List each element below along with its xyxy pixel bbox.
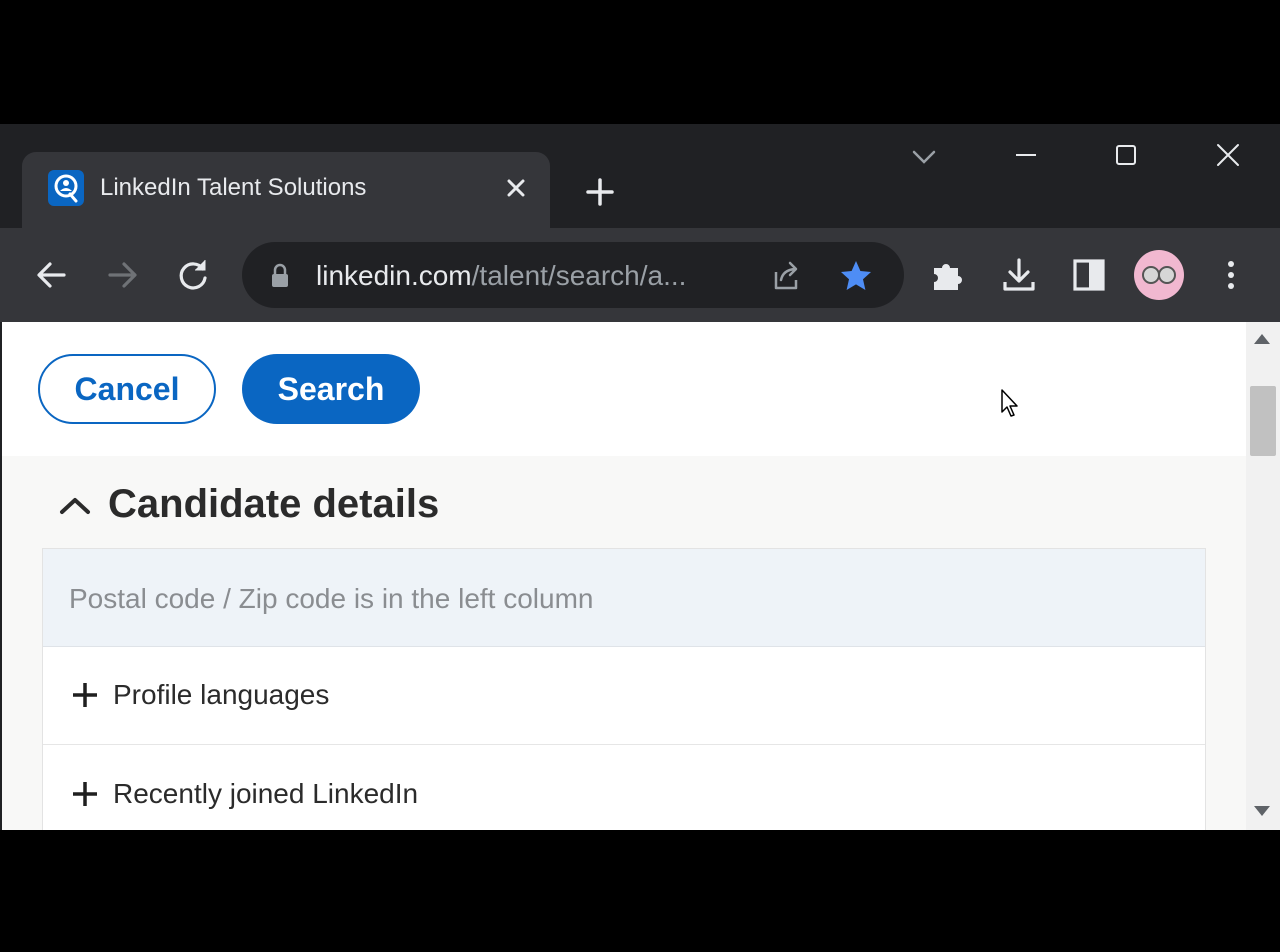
mouse-cursor-icon	[1000, 388, 1020, 418]
cancel-button[interactable]: Cancel	[38, 354, 216, 424]
section-title[interactable]: Candidate details	[108, 482, 439, 527]
close-window-icon[interactable]	[1198, 138, 1258, 178]
reload-icon[interactable]	[170, 252, 216, 298]
back-icon[interactable]	[28, 252, 74, 298]
filter-row-label: Recently joined LinkedIn	[113, 778, 419, 809]
plus-icon	[71, 681, 99, 709]
bookmark-star-icon[interactable]	[838, 258, 874, 294]
browser-toolbar: linkedin.com/talent/search/a...	[0, 228, 1280, 322]
kebab-menu-icon[interactable]	[1208, 252, 1254, 298]
url-path: /talent/search/a...	[471, 260, 687, 291]
filter-row-label: Profile languages	[113, 679, 330, 710]
forward-icon[interactable]	[100, 252, 146, 298]
url-text[interactable]: linkedin.com/talent/search/a...	[316, 260, 686, 292]
address-bar[interactable]: linkedin.com/talent/search/a...	[242, 242, 904, 308]
download-icon[interactable]	[996, 252, 1042, 298]
browser-window: LinkedIn Talent Solutions linkedin.com/t…	[0, 124, 1280, 830]
filter-row-profile-languages[interactable]: Profile languages	[43, 647, 1205, 745]
notice-text: Postal code / Zip code is in the left co…	[69, 583, 594, 614]
linkedin-talent-favicon-icon	[48, 170, 84, 206]
scrollbar-thumb[interactable]	[1250, 386, 1276, 456]
page-viewport: Cancel Search Candidate details Postal c…	[2, 322, 1246, 830]
minimize-icon[interactable]	[996, 138, 1056, 178]
lock-icon[interactable]	[268, 262, 292, 290]
search-button[interactable]: Search	[242, 354, 420, 424]
tab-title: LinkedIn Talent Solutions	[100, 174, 367, 201]
page-scrollbar[interactable]	[1246, 322, 1280, 830]
search-action-bar: Cancel Search	[2, 322, 1246, 456]
scroll-down-arrow-icon[interactable]	[1254, 806, 1270, 816]
url-host: linkedin.com	[316, 260, 472, 291]
scroll-up-arrow-icon[interactable]	[1254, 334, 1270, 344]
filter-row-recently-joined[interactable]: Recently joined LinkedIn	[43, 746, 1205, 830]
tab-close-icon[interactable]	[500, 172, 532, 204]
profile-avatar[interactable]	[1134, 250, 1184, 300]
tab-linkedin-talent-solutions[interactable]: LinkedIn Talent Solutions	[22, 152, 550, 228]
candidate-details-section: Candidate details Postal code / Zip code…	[2, 456, 1246, 830]
filter-card: Postal code / Zip code is in the left co…	[42, 548, 1206, 830]
chevron-up-icon[interactable]	[58, 494, 92, 516]
maximize-icon[interactable]	[1096, 138, 1156, 178]
postal-code-notice: Postal code / Zip code is in the left co…	[43, 549, 1205, 647]
plus-icon	[71, 780, 99, 808]
extensions-puzzle-icon[interactable]	[926, 252, 972, 298]
tab-strip: LinkedIn Talent Solutions	[0, 124, 1280, 228]
new-tab-icon[interactable]	[576, 168, 624, 216]
tab-search-chevron-icon[interactable]	[894, 138, 954, 178]
share-icon[interactable]	[768, 258, 804, 294]
side-panel-icon[interactable]	[1066, 252, 1112, 298]
